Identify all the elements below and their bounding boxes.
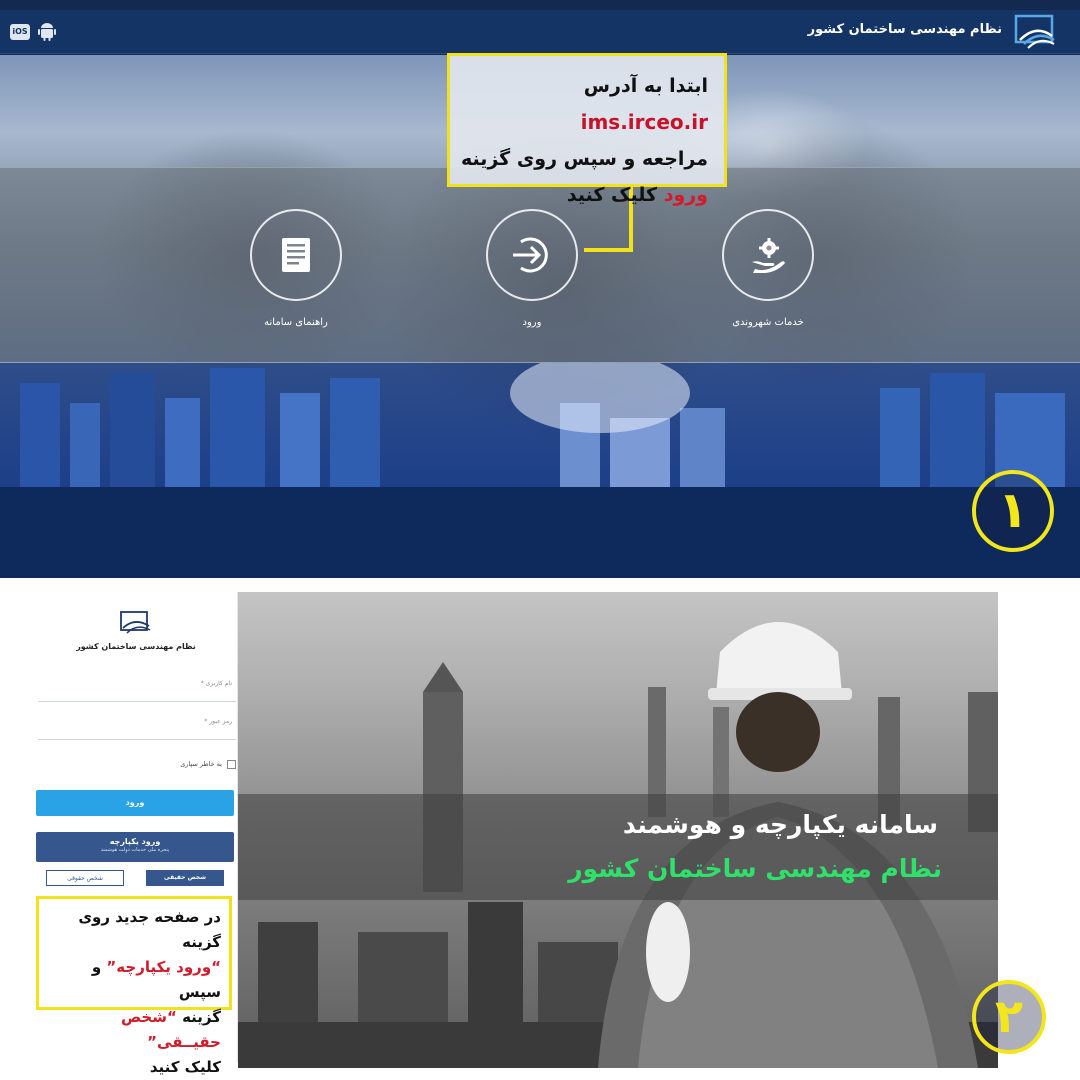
login-button[interactable]: ورود bbox=[36, 790, 234, 816]
callout-line4: کلیک کنید bbox=[149, 1058, 221, 1076]
step-number-badge: ۱ bbox=[972, 470, 1054, 552]
hero-subheading: نظام مهندسی ساختمان کشور bbox=[568, 854, 942, 883]
ios-app-link[interactable]: iOS bbox=[10, 24, 30, 40]
step-number-badge: ۲ bbox=[972, 980, 1046, 1054]
remember-me-checkbox[interactable] bbox=[227, 760, 236, 769]
city-skyline-image bbox=[0, 363, 1080, 487]
service-label[interactable]: خدمات شهروندی bbox=[693, 317, 843, 328]
callout-line2: مراجعه و سپس روی گزینه bbox=[460, 148, 708, 170]
step1-screenshot: iOS نظام مهندسی ساختمان کشور خدمات شهرون… bbox=[0, 0, 1080, 578]
service-login[interactable]: ورود bbox=[457, 209, 607, 328]
site-header: iOS نظام مهندسی ساختمان کشور bbox=[0, 10, 1080, 54]
dark-footer-strip bbox=[0, 487, 1080, 578]
irceo-logo-icon[interactable] bbox=[1014, 14, 1056, 50]
callout-line1: ابتدا به آدرس ims.irceo.ir bbox=[580, 75, 708, 134]
site-title[interactable]: نظام مهندسی ساختمان کشور bbox=[808, 22, 1002, 37]
hero-heading: سامانه یکپارچه و هوشمند bbox=[622, 810, 938, 839]
service-label[interactable]: ورود bbox=[457, 317, 607, 328]
remember-me-label[interactable]: به خاطر سپاری bbox=[180, 760, 222, 768]
callout-line1: در صفحه جدید روی گزینه bbox=[78, 908, 221, 951]
callout-line2: “ورود یکپارچه” و سپس bbox=[91, 958, 221, 1001]
login-title: نظام مهندسی ساختمان کشور bbox=[76, 642, 196, 651]
service-ring[interactable] bbox=[486, 209, 578, 301]
service-ring[interactable] bbox=[722, 209, 814, 301]
service-ring[interactable] bbox=[250, 209, 342, 301]
step2-screenshot: نظام مهندسی ساختمان کشور نام کاربری * رم… bbox=[0, 578, 1080, 1080]
login-hero-image: سامانه یکپارچه و هوشمند نظام مهندسی ساخت… bbox=[238, 592, 998, 1068]
real-person-button[interactable]: شخص حقیقی bbox=[146, 870, 224, 886]
remember-me-row: به خاطر سپاری bbox=[38, 758, 236, 772]
login-arrow-icon bbox=[513, 237, 548, 273]
instruction-callout-step1: ابتدا به آدرس ims.irceo.ir مراجعه و سپس … bbox=[447, 53, 727, 206]
sso-button-subtitle: پنجره ملی خدمات دولت هوشمند bbox=[100, 847, 170, 853]
callout-line3: گزینه “شخص حقیــقی” bbox=[120, 1008, 221, 1051]
irceo-logo-icon bbox=[120, 611, 151, 634]
gear-hand-icon bbox=[752, 238, 785, 273]
password-field[interactable]: رمز عبور * bbox=[38, 706, 236, 740]
service-system-guide[interactable]: راهنمای سامانه bbox=[221, 209, 371, 328]
password-placeholder: رمز عبور * bbox=[204, 718, 232, 725]
document-icon bbox=[282, 238, 310, 272]
service-label[interactable]: راهنمای سامانه bbox=[221, 317, 371, 328]
sso-button-label: ورود یکپارچه bbox=[109, 837, 161, 846]
username-field[interactable]: نام کاربری * bbox=[38, 668, 236, 702]
legal-person-button[interactable]: شخص حقوقی bbox=[46, 870, 124, 886]
callout-line3: ورود کلیک کنید bbox=[566, 184, 708, 206]
username-placeholder: نام کاربری * bbox=[200, 680, 232, 687]
site-url: ims.irceo.ir bbox=[580, 110, 708, 134]
sso-login-button[interactable]: ورود یکپارچه پنجره ملی خدمات دولت هوشمند bbox=[36, 832, 234, 862]
service-citizen-services[interactable]: خدمات شهروندی bbox=[693, 209, 843, 328]
instruction-callout-step2: در صفحه جدید روی گزینه “ورود یکپارچه” و … bbox=[36, 896, 232, 1076]
android-icon[interactable] bbox=[38, 22, 56, 42]
